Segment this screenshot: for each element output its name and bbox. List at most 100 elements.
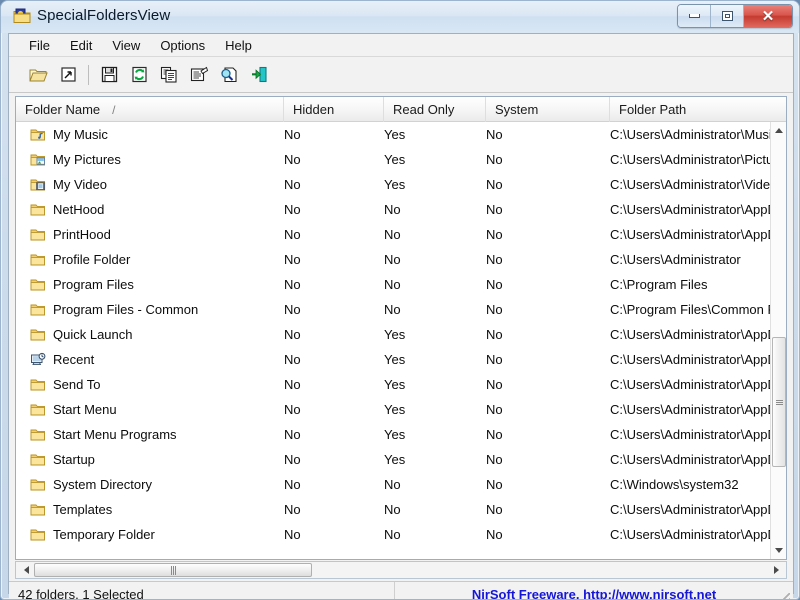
table-row[interactable]: Temporary Folder No No No C:\Users\Administr…	[16, 522, 772, 542]
save-button[interactable]	[94, 61, 124, 89]
music-folder-icon	[30, 129, 45, 141]
cell-system: No	[486, 227, 503, 242]
table-row[interactable]: NetHood No No No C:\Users\Administrator\AppD…	[16, 197, 772, 222]
cell-read-only: No	[384, 527, 401, 542]
html-report-button[interactable]	[214, 61, 244, 89]
folder-icon	[30, 529, 45, 541]
cell-folder-name: System Directory	[16, 477, 276, 492]
cell-read-only: No	[384, 252, 401, 267]
cell-hidden: No	[284, 227, 301, 242]
cell-read-only: Yes	[384, 352, 406, 367]
table-row[interactable]: Start Menu No Yes No C:\Users\Administrator\…	[16, 397, 772, 422]
scroll-left-button[interactable]	[18, 562, 34, 578]
column-header-read-only[interactable]: Read Only	[384, 97, 486, 122]
table-row[interactable]: Program Files - Common No No No C:\Program F…	[16, 297, 772, 322]
cell-folder-name: PrintHood	[16, 227, 276, 242]
cell-hidden: No	[284, 427, 301, 442]
menu-edit[interactable]: Edit	[60, 36, 102, 55]
cell-read-only: No	[384, 202, 401, 217]
cell-system: No	[486, 202, 503, 217]
cell-folder-path: C:\Users\Administrator\AppDa	[610, 327, 772, 342]
cell-folder-name: Quick Launch	[16, 327, 276, 342]
exit-button[interactable]	[244, 61, 274, 89]
copy-button[interactable]	[154, 61, 184, 89]
cell-read-only: Yes	[384, 327, 406, 342]
menu-view[interactable]: View	[102, 36, 150, 55]
open-shortcut-button[interactable]	[53, 61, 83, 89]
cell-system: No	[486, 177, 503, 192]
cell-system: No	[486, 302, 503, 317]
scroll-up-button[interactable]	[771, 122, 786, 139]
scroll-right-button[interactable]	[768, 562, 784, 578]
table-row[interactable]: Startup No Yes No C:\Users\Administrator\App…	[16, 447, 772, 472]
grip-icon	[775, 399, 783, 405]
menu-options[interactable]: Options	[150, 36, 215, 55]
table-row[interactable]: My Music No Yes No C:\Users\Administrator\Mu…	[16, 122, 772, 147]
cell-hidden: No	[284, 252, 301, 267]
cell-read-only: No	[384, 277, 401, 292]
chevron-up-icon	[775, 128, 783, 133]
folder-icon	[30, 504, 45, 516]
folder-icon	[30, 404, 45, 416]
cell-system: No	[486, 252, 503, 267]
column-header-hidden[interactable]: Hidden	[284, 97, 384, 122]
cell-folder-name: Templates	[16, 502, 276, 517]
properties-button[interactable]	[184, 61, 214, 89]
cell-folder-path: C:\Users\Administrator\AppDa	[610, 402, 772, 417]
cell-folder-path: C:\Users\Administrator\AppDa	[610, 227, 772, 242]
horizontal-scrollbar[interactable]	[15, 561, 787, 579]
folder-name-label: Startup	[53, 452, 95, 467]
menu-file[interactable]: File	[19, 36, 60, 55]
cell-system: No	[486, 477, 503, 492]
scroll-down-button[interactable]	[771, 542, 786, 559]
chevron-right-icon	[773, 566, 779, 574]
column-header-folder-path[interactable]: Folder Path	[610, 97, 772, 122]
table-row[interactable]: Program Files No No No C:\Program Files	[16, 272, 772, 297]
table-row[interactable]: Recent No Yes No C:\Users\Administrator\AppD…	[16, 347, 772, 372]
folder-icon	[30, 479, 45, 491]
sort-ascending-icon: /	[112, 102, 116, 117]
table-row[interactable]: Start Menu Programs No Yes No C:\Users\Admin…	[16, 422, 772, 447]
menu-help[interactable]: Help	[215, 36, 262, 55]
cell-read-only: No	[384, 302, 401, 317]
column-header-folder-name[interactable]: Folder Name /	[16, 97, 284, 122]
vertical-scroll-thumb[interactable]	[772, 337, 786, 467]
cell-folder-path: C:\Users\Administrator\Videos	[610, 177, 772, 192]
minimize-button[interactable]	[678, 5, 711, 27]
refresh-button[interactable]	[124, 61, 154, 89]
folders-list-view[interactable]: Folder Name / Hidden Read Only System Fo…	[15, 96, 787, 560]
list-header: Folder Name / Hidden Read Only System Fo…	[16, 97, 786, 122]
cell-folder-path: C:\Users\Administrator\AppDa	[610, 377, 772, 392]
exit-icon	[252, 66, 267, 83]
column-header-system[interactable]: System	[486, 97, 610, 122]
column-header-system-label: System	[495, 102, 539, 117]
resize-grip-icon[interactable]	[778, 593, 790, 599]
cell-read-only: No	[384, 227, 401, 242]
cell-system: No	[486, 327, 503, 342]
folder-icon	[30, 254, 45, 266]
table-row[interactable]: Send To No Yes No C:\Users\Administrator\App…	[16, 372, 772, 397]
vertical-scrollbar[interactable]	[770, 122, 786, 559]
open-folder-button[interactable]	[23, 61, 53, 89]
folder-name-label: Recent	[53, 352, 95, 367]
folder-icon	[30, 204, 45, 216]
table-row[interactable]: System Directory No No No C:\Windows\system3…	[16, 472, 772, 497]
cell-folder-name: Program Files - Common	[16, 302, 276, 317]
table-row[interactable]: Profile Folder No No No C:\Users\Administrat…	[16, 247, 772, 272]
cell-read-only: Yes	[384, 427, 406, 442]
cell-read-only: Yes	[384, 177, 406, 192]
status-nirsoft-credit[interactable]: NirSoft Freeware. http://www.nirsoft.net	[396, 582, 792, 600]
maximize-button[interactable]	[711, 5, 744, 27]
table-row[interactable]: My Pictures No Yes No C:\Users\Administrator…	[16, 147, 772, 172]
horizontal-scroll-thumb[interactable]	[34, 563, 312, 577]
table-row[interactable]: PrintHood No No No C:\Users\Administrator\Ap…	[16, 222, 772, 247]
cell-folder-path: C:\Users\Administrator\AppDa	[610, 352, 772, 367]
table-row[interactable]: Templates No No No C:\Users\Administrator\Ap…	[16, 497, 772, 522]
folder-name-label: Templates	[53, 502, 113, 517]
cell-read-only: No	[384, 477, 401, 492]
folder-name-label: Profile Folder	[53, 252, 131, 267]
table-row[interactable]: Quick Launch No Yes No C:\Users\Administrato…	[16, 322, 772, 347]
close-button[interactable]: ✕	[744, 5, 792, 27]
title-bar[interactable]: SpecialFoldersView ✕	[1, 1, 799, 33]
table-row[interactable]: My Video No Yes No C:\Users\Administrator\Vi…	[16, 172, 772, 197]
